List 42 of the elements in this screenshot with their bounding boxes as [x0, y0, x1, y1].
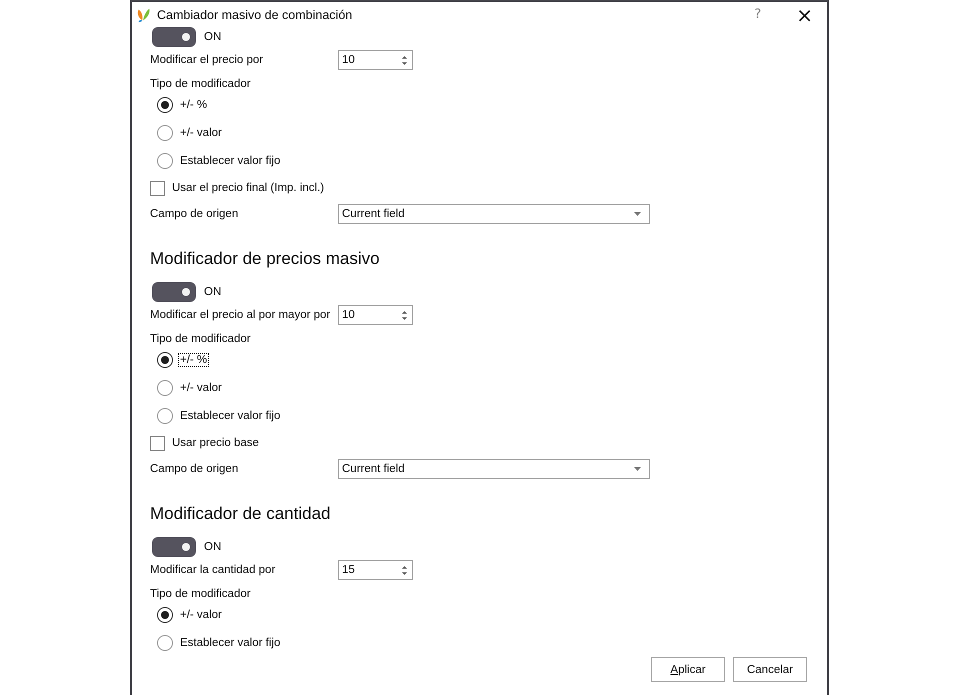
source-dropdown[interactable]: Current field [338, 459, 650, 479]
group-label: Tipo de modificador [150, 77, 252, 91]
checkbox-option[interactable]: Usar precio base [150, 430, 259, 456]
field-label: Modificar el precio por [150, 54, 264, 66]
toggle-switch[interactable] [152, 537, 196, 557]
radio-option[interactable]: +/- valor [157, 374, 224, 402]
toggle-label: ON [204, 286, 222, 298]
source-dropdown[interactable]: Current field [338, 204, 650, 224]
caret-icon [634, 467, 641, 471]
number-spinner[interactable]: 15 [338, 560, 413, 580]
caret-icon [634, 212, 641, 216]
radio-option[interactable]: +/- % [157, 91, 210, 119]
toggle-switch[interactable] [152, 27, 196, 47]
field-label: Campo de origen [150, 463, 240, 475]
spin-arrows-icon [401, 564, 408, 576]
radio-option[interactable]: +/- % [157, 346, 210, 374]
dialog-button[interactable]: Aplicar [651, 657, 725, 682]
field-label: Campo de origen [150, 208, 240, 220]
radio-option[interactable]: +/- valor [157, 119, 224, 147]
section-heading: Modificador de cantidad [150, 503, 332, 525]
help-button[interactable]: ? [754, 7, 762, 22]
toggle-label: ON [204, 31, 222, 43]
toggle-switch[interactable] [152, 282, 196, 302]
radio-option[interactable]: +/- valor [157, 601, 224, 629]
number-spinner[interactable]: 10 [338, 305, 413, 325]
field-label: Modificar el precio al por mayor por [150, 309, 332, 321]
app-logo-icon [136, 6, 152, 22]
close-button[interactable]: × [796, 4, 813, 24]
section-heading: Modificador de precios masivo [150, 248, 381, 270]
toggle-label: ON [204, 541, 222, 553]
group-label: Tipo de modificador [150, 587, 252, 601]
radio-option[interactable]: Establecer valor fijo [157, 147, 282, 175]
number-spinner[interactable]: 10 [338, 50, 413, 70]
checkbox-option[interactable]: Usar el precio final (Imp. incl.) [150, 175, 324, 201]
field-label: Modificar la cantidad por [150, 564, 276, 576]
group-label: Tipo de modificador [150, 332, 252, 346]
radio-option[interactable]: Establecer valor fijo [157, 629, 282, 657]
window-title: Cambiador masivo de combinación [157, 8, 354, 22]
radio-option[interactable]: Establecer valor fijo [157, 402, 282, 430]
spin-arrows-icon [401, 54, 408, 66]
spin-arrows-icon [401, 310, 408, 320]
dialog-button[interactable]: Cancelar [733, 657, 807, 682]
